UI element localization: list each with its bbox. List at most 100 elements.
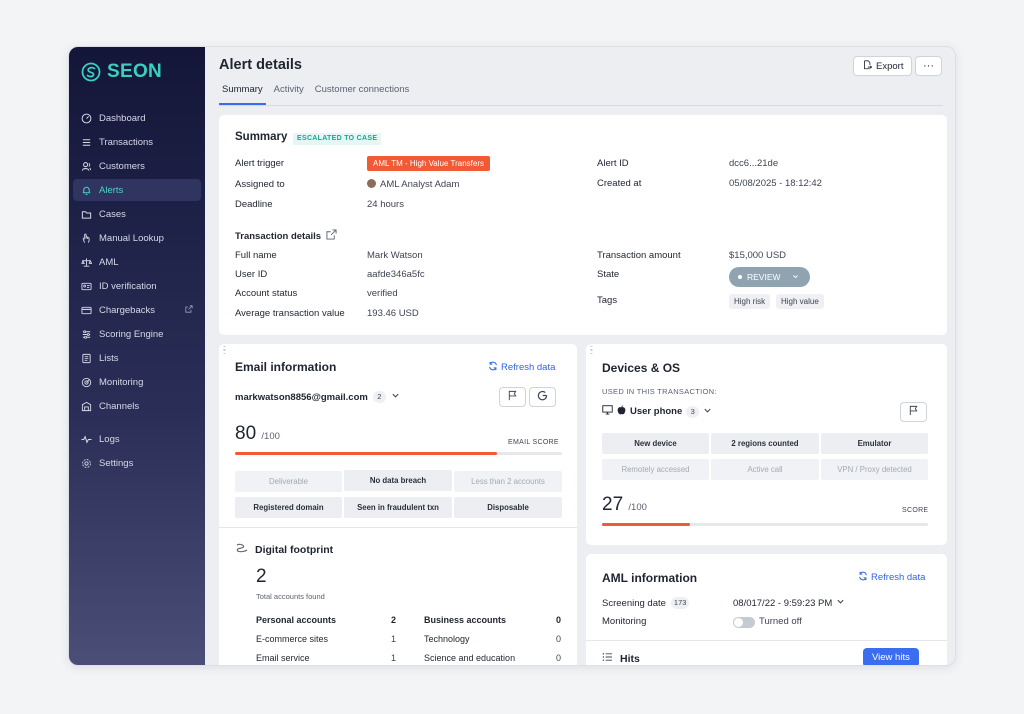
more-options-button[interactable]: ··· (915, 56, 942, 76)
deadline-label: Deadline (235, 199, 273, 210)
app-window: SEON Dashboard Transactions Customers Al… (68, 46, 956, 666)
monitoring-label: Monitoring (602, 616, 647, 627)
drag-handle-icon[interactable]: :::: (223, 345, 226, 356)
chip-new-device: New device (602, 433, 709, 454)
device-flag-button[interactable] (900, 402, 927, 422)
tag-high-risk[interactable]: High risk (729, 294, 771, 309)
screening-date-dropdown[interactable]: 08/017/22 - 9:59:23 PM (733, 597, 845, 609)
chevron-down-icon (703, 406, 712, 418)
sidebar-item-scoring-engine[interactable]: Scoring Engine (73, 323, 201, 345)
user-id-value: aafde346a5fc (367, 269, 425, 280)
sidebar-item-label: Settings (99, 457, 134, 469)
lists-icon (80, 352, 92, 364)
state-label: State (597, 269, 620, 280)
chip-remotely-accessed: Remotely accessed (602, 459, 709, 480)
screening-count: 173 (670, 597, 690, 609)
view-hits-button[interactable]: View hits (863, 648, 919, 665)
email-score-label: EMAIL SCORE (508, 439, 559, 446)
sidebar-item-channels[interactable]: Channels (73, 395, 201, 417)
tab-activity[interactable]: Activity (271, 84, 307, 105)
chip-regions-counted: 2 regions counted (711, 433, 819, 454)
monitoring-toggle[interactable] (733, 617, 755, 628)
page-title: Alert details (219, 57, 302, 73)
alert-trigger-pill: AML TM - High Value Transfers (367, 156, 490, 171)
chip-vpn-proxy: VPN / Proxy detected (821, 459, 928, 480)
folder-icon (80, 208, 92, 220)
sidebar-item-alerts[interactable]: Alerts (73, 179, 201, 201)
email-information-card: :::: Email information Refresh data mark… (219, 344, 577, 665)
seon-logo[interactable]: SEON (81, 61, 162, 83)
chevron-down-icon (836, 597, 845, 609)
tab-summary[interactable]: Summary (219, 84, 266, 105)
used-in-transaction-label: USED IN THIS TRANSACTION: (602, 387, 717, 396)
business-accounts-value: 0 (555, 615, 561, 625)
flag-button[interactable] (499, 387, 526, 407)
created-at-label: Created at (597, 178, 642, 189)
business-accounts-label: Business accounts (424, 615, 507, 625)
tab-customer-connections[interactable]: Customer connections (312, 84, 413, 105)
device-score-max: /100 (628, 502, 647, 513)
external-link-icon[interactable] (326, 229, 337, 243)
full-name-value: Mark Watson (367, 250, 423, 261)
device-dropdown[interactable]: User phone 3 (602, 405, 712, 418)
sidebar-item-chargebacks[interactable]: Chargebacks (73, 299, 201, 321)
drag-handle-icon[interactable]: :::: (590, 345, 593, 356)
sidebar-item-settings[interactable]: Settings (73, 452, 201, 474)
account-status-value: verified (367, 288, 398, 299)
email-card-title: Email information (235, 360, 337, 374)
flag-icon (908, 403, 919, 421)
pulse-icon (80, 433, 92, 445)
sidebar-item-label: Cases (99, 208, 126, 220)
chevron-down-icon (391, 391, 400, 403)
chevron-down-icon (792, 272, 799, 282)
aml-refresh-button[interactable]: Refresh data (858, 571, 925, 584)
sidebar-item-transactions[interactable]: Transactions (73, 131, 201, 153)
alert-id-label: Alert ID (597, 158, 629, 169)
chip-registered-domain: Registered domain (235, 497, 342, 518)
scale-icon (80, 256, 92, 268)
tag-high-value[interactable]: High value (776, 294, 824, 309)
device-count: 3 (686, 405, 700, 418)
total-accounts-value: 2 (256, 566, 267, 587)
seon-logo-icon (81, 62, 101, 82)
avg-transaction-value: 193.46 USD (367, 308, 419, 319)
assigned-to-value[interactable]: AML Analyst Adam (367, 179, 459, 190)
technology-label: Technology (424, 634, 470, 644)
state-dropdown[interactable]: REVIEW (729, 267, 810, 287)
sidebar-item-logs[interactable]: Logs (73, 428, 201, 450)
chip-emulator: Emulator (821, 433, 928, 454)
sidebar-item-id-verification[interactable]: ID verification (73, 275, 201, 297)
sidebar-item-aml[interactable]: AML (73, 251, 201, 273)
list-icon (602, 652, 613, 665)
created-at-value: 05/08/2025 - 18:12:42 (729, 178, 822, 189)
state-value: REVIEW (747, 272, 781, 282)
export-label: Export (876, 60, 904, 72)
hits-header: Hits (602, 652, 640, 665)
sidebar-item-manual-lookup[interactable]: Manual Lookup (73, 227, 201, 249)
sidebar-item-dashboard[interactable]: Dashboard (73, 107, 201, 129)
gear-icon (80, 457, 92, 469)
bell-icon (80, 184, 92, 196)
sidebar-item-label: Monitoring (99, 376, 144, 388)
digital-footprint-header: Digital footprint (235, 541, 333, 559)
hits-label: Hits (620, 652, 640, 665)
sidebar-item-lists[interactable]: Lists (73, 347, 201, 369)
refresh-icon (858, 571, 868, 584)
sidebar-item-monitoring[interactable]: Monitoring (73, 371, 201, 393)
sidebar-item-cases[interactable]: Cases (73, 203, 201, 225)
email-refresh-button[interactable]: Refresh data (488, 361, 555, 374)
sidebar-item-customers[interactable]: Customers (73, 155, 201, 177)
dashboard-icon (80, 112, 92, 124)
email-address-dropdown[interactable]: markwatson8856@gmail.com 2 (235, 391, 400, 403)
chip-no-data-breach: No data breach (344, 470, 452, 491)
chip-seen-in-fraudulent-txn: Seen in fraudulent txn (344, 497, 452, 518)
email-score-fill (235, 452, 497, 455)
screening-date-label: Screening date 173 (602, 597, 690, 609)
google-search-button[interactable] (529, 387, 556, 407)
export-button[interactable]: Export (853, 56, 913, 76)
screening-date-value: 08/017/22 - 9:59:23 PM (733, 597, 833, 609)
refresh-label: Refresh data (871, 572, 926, 583)
users-icon (80, 160, 92, 172)
sidebar-item-label: Alerts (99, 184, 124, 196)
status-dot-icon (738, 275, 742, 279)
